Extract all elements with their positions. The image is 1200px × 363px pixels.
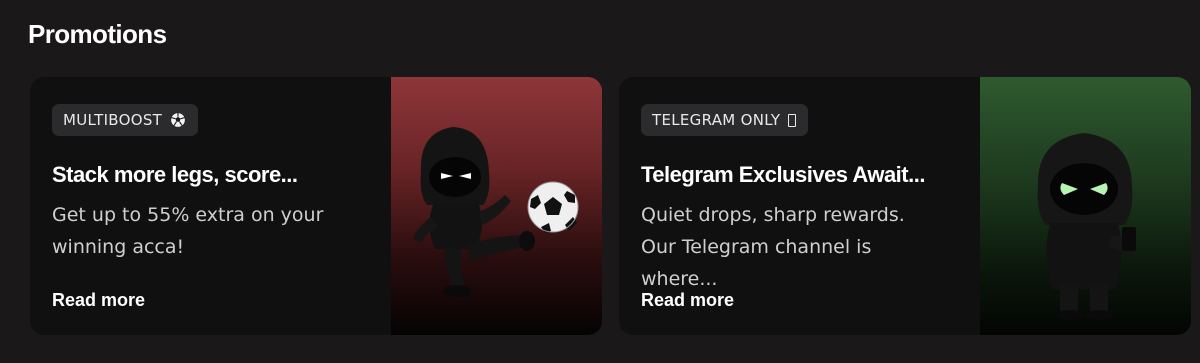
read-more-link[interactable]: Read more <box>641 285 734 315</box>
promo-card-telegram[interactable]: TELEGRAM ONLY Telegram Exclusives Await.… <box>619 77 1191 335</box>
promo-badge: TELEGRAM ONLY <box>641 104 809 136</box>
read-more-link[interactable]: Read more <box>52 285 145 315</box>
promo-card-multiboost[interactable]: MULTIBOOST Stack more legs, score... Get… <box>30 77 602 335</box>
soccer-ball-illustration <box>527 181 579 233</box>
ninja-illustration <box>413 127 535 297</box>
promo-title: Telegram Exclusives Await... <box>641 162 925 187</box>
badge-label: TELEGRAM ONLY <box>652 111 781 129</box>
promotions-section: Promotions MULTIBOOST Stack more legs, s… <box>0 0 1200 363</box>
promo-image-ninja-football <box>391 77 602 335</box>
promo-title: Stack more legs, score... <box>52 162 298 187</box>
telegram-icon <box>788 113 797 127</box>
soccer-ball-icon <box>170 112 186 128</box>
promo-description: Get up to 55% extra on your winning acca… <box>52 204 324 258</box>
section-title: Promotions <box>28 19 167 49</box>
promo-image-ninja-phone <box>980 77 1191 335</box>
promo-card-body: MULTIBOOST Stack more legs, score... Get… <box>30 77 390 335</box>
promo-badge: MULTIBOOST <box>52 104 199 136</box>
promo-card-body: TELEGRAM ONLY Telegram Exclusives Await.… <box>619 77 979 335</box>
promo-description: Quiet drops, sharp rewards. Our Telegram… <box>641 204 905 290</box>
ninja-illustration <box>1037 133 1136 320</box>
badge-label: MULTIBOOST <box>63 111 163 129</box>
